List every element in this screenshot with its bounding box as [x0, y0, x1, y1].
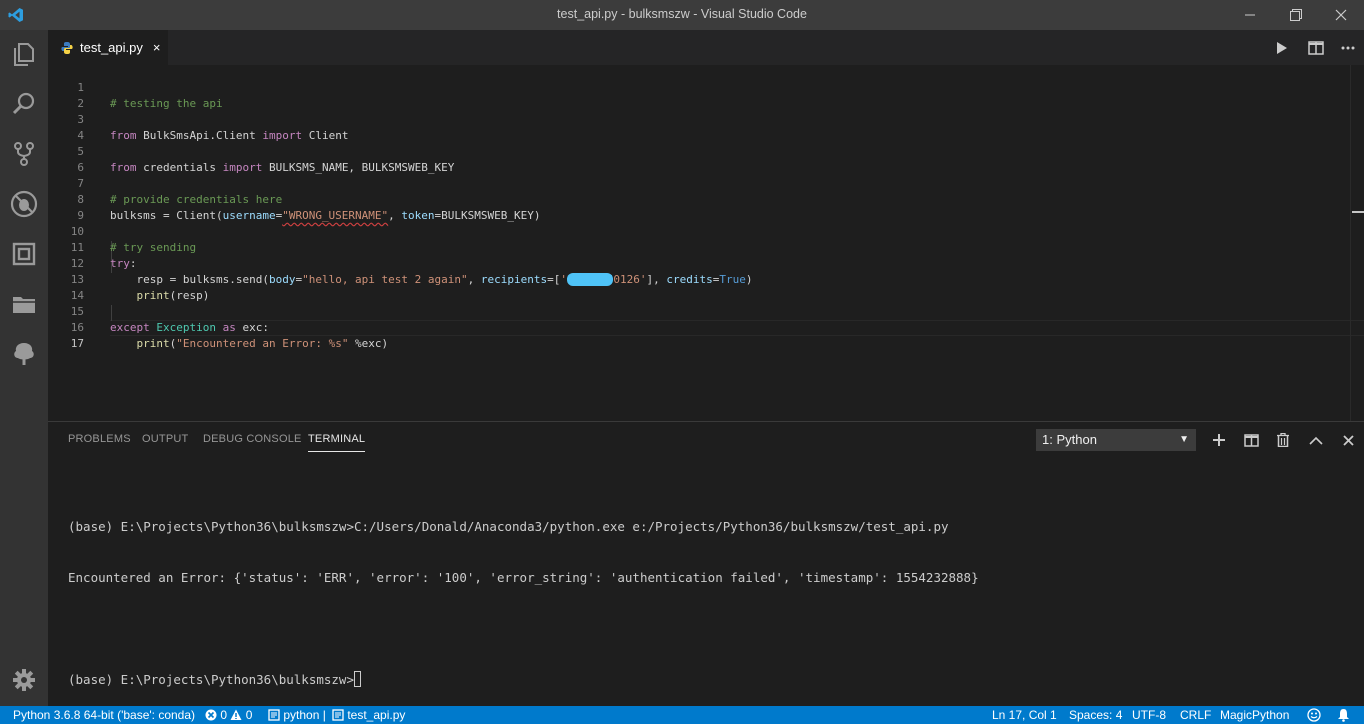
- code-line-10: 10 # try sending: [48, 208, 1364, 254]
- code-line-3: 3 from BulkSmsApi.Client import Client: [48, 96, 1364, 142]
- code-line-9: 9: [48, 192, 1364, 222]
- code-line-1: 1 # testing the api: [48, 64, 1364, 110]
- problems-indicator[interactable]: 0 0: [205, 706, 252, 724]
- code-line-5: 5 from credentials import BULKSMS_NAME, …: [48, 128, 1364, 174]
- terminal-line: (base) E:\Projects\Python36\bulksmszw>C:…: [68, 519, 949, 534]
- extensions-icon[interactable]: [0, 230, 48, 278]
- tab-label: test_api.py: [80, 40, 143, 55]
- chevron-up-icon[interactable]: [1306, 430, 1326, 450]
- code-line-13: 13 print(resp): [48, 256, 1364, 302]
- file-label: test_api.py: [347, 708, 406, 722]
- code-text: %exc): [348, 337, 389, 350]
- cursor-position[interactable]: Ln 17, Col 1: [992, 706, 1057, 724]
- debug-icon[interactable]: [0, 180, 48, 228]
- run-icon[interactable]: [1272, 38, 1292, 58]
- string-literal: "Encountered an Error: %s": [176, 337, 349, 350]
- editor-scrollbar[interactable]: [1350, 65, 1364, 421]
- terminal-output[interactable]: (base) E:\Projects\Python36\bulksmszw>C:…: [68, 484, 979, 722]
- search-icon[interactable]: [0, 80, 48, 128]
- restore-icon[interactable]: [1273, 0, 1319, 30]
- tree-icon[interactable]: [0, 330, 48, 378]
- more-icon[interactable]: [1338, 38, 1358, 58]
- code-line-17: 17: [48, 320, 1364, 350]
- warning-count: 0: [245, 708, 253, 722]
- branch-icon: [268, 708, 283, 722]
- file-icon: [332, 708, 347, 722]
- code-line-12: 12 resp = bulksms.send(body="hello, api …: [48, 240, 1364, 286]
- branch-indicator[interactable]: python |: [268, 706, 326, 724]
- terminal-select[interactable]: 1: Python ▼: [1036, 429, 1196, 451]
- error-count: 0: [220, 708, 228, 722]
- bottom-panel: PROBLEMS OUTPUT DEBUG CONSOLE TERMINAL 1…: [48, 421, 1364, 706]
- code-line-4: 4: [48, 112, 1364, 142]
- code-line-15: 15 except Exception as exc:: [48, 288, 1364, 334]
- chevron-down-icon: ▼: [1179, 434, 1189, 445]
- code-editor[interactable]: 1 # testing the api 2 3 from BulkSmsApi.…: [48, 65, 1364, 421]
- split-terminal-icon[interactable]: [1241, 430, 1261, 450]
- window-title: test_api.py - bulksmszw - Visual Studio …: [557, 7, 807, 21]
- python-interpreter[interactable]: Python 3.6.8 64-bit ('base': conda): [13, 706, 195, 724]
- bell-icon[interactable]: [1337, 708, 1350, 724]
- indentation[interactable]: Spaces: 4: [1069, 706, 1122, 724]
- smiley-icon[interactable]: [1307, 708, 1321, 724]
- code-line-6: 6: [48, 144, 1364, 174]
- code-line-7: 7 # provide credentials here: [48, 160, 1364, 206]
- language-mode[interactable]: MagicPython: [1220, 706, 1289, 724]
- tab-terminal[interactable]: TERMINAL: [308, 433, 366, 452]
- function-name: print: [136, 337, 170, 350]
- folder-icon[interactable]: [0, 280, 48, 328]
- split-editor-icon[interactable]: [1306, 38, 1326, 58]
- close-icon[interactable]: [1318, 0, 1364, 30]
- code-line-14: 14: [48, 272, 1364, 302]
- tab-output[interactable]: OUTPUT: [142, 433, 188, 445]
- encoding[interactable]: UTF-8: [1132, 706, 1166, 724]
- title-bar: test_api.py - bulksmszw - Visual Studio …: [0, 0, 1364, 30]
- line-number: 17: [70, 337, 84, 350]
- line-ending[interactable]: CRLF: [1180, 706, 1211, 724]
- code-line-11: 11 try:: [48, 224, 1364, 270]
- terminal-prompt-line: (base) E:\Projects\Python36\bulksmszw>: [68, 671, 979, 688]
- tab-debug-console[interactable]: DEBUG CONSOLE: [203, 433, 302, 445]
- plus-icon[interactable]: [1209, 430, 1229, 450]
- code-line-16: 16 print("Encountered an Error: %s" %exc…: [48, 304, 1364, 350]
- error-icon: [205, 708, 220, 722]
- tab-close-button[interactable]: ×: [153, 40, 161, 55]
- scrollbar-cursor-marker: [1352, 211, 1364, 213]
- file-indicator[interactable]: test_api.py: [332, 706, 405, 724]
- tab-test-api[interactable]: test_api.py ×: [48, 30, 168, 65]
- warning-icon: [230, 708, 245, 722]
- code-line-2: 2: [48, 80, 1364, 110]
- trash-icon[interactable]: [1273, 430, 1293, 450]
- python-file-icon: [60, 41, 74, 55]
- settings-gear-icon[interactable]: [0, 656, 48, 704]
- branch-label: python |: [283, 708, 326, 722]
- terminal-prompt: (base) E:\Projects\Python36\bulksmszw>: [68, 672, 354, 687]
- terminal-line: Encountered an Error: {'status': 'ERR', …: [68, 570, 979, 585]
- activity-bar: [0, 30, 48, 706]
- source-control-icon[interactable]: [0, 130, 48, 178]
- explorer-icon[interactable]: [0, 30, 48, 78]
- terminal-cursor: [353, 671, 361, 687]
- tab-problems[interactable]: PROBLEMS: [68, 433, 131, 445]
- status-bar: Python 3.6.8 64-bit ('base': conda) 0 0 …: [0, 706, 1364, 724]
- minimize-icon[interactable]: [1227, 0, 1273, 30]
- tab-bar: test_api.py ×: [48, 30, 1364, 65]
- code-line-8: 8 bulksms = Client(username="WRONG_USERN…: [48, 176, 1364, 222]
- terminal-select-value: 1: Python: [1042, 432, 1097, 447]
- close-icon[interactable]: [1338, 430, 1358, 450]
